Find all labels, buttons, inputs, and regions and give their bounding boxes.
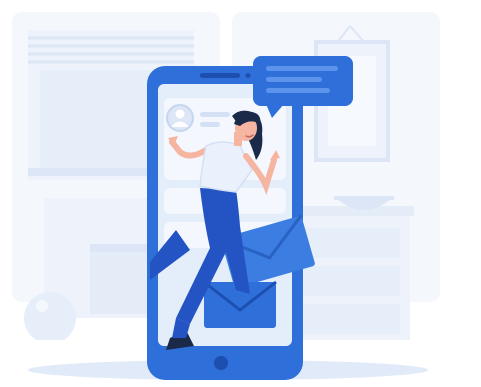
- illustration: [0, 12, 481, 387]
- ball: [24, 292, 76, 344]
- illustration-scene: [0, 0, 481, 387]
- home-button-icon[interactable]: [214, 356, 228, 370]
- phone-speaker: [200, 73, 240, 78]
- right-dresser: [288, 196, 414, 342]
- phone-camera: [245, 73, 251, 78]
- user-avatar-icon: [166, 104, 194, 132]
